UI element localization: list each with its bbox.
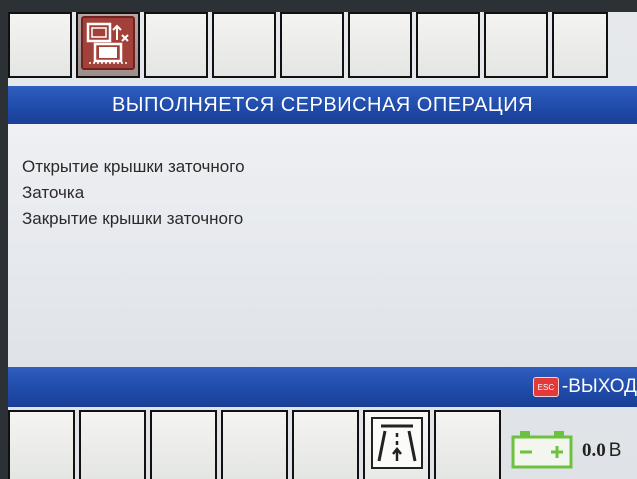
bottom-softkey-3[interactable] [150,410,217,479]
title-bar: ВЫПОЛНЯЕТСЯ СЕРВИСНАЯ ОПЕРАЦИЯ [8,86,637,124]
voltage-unit: В [608,440,622,461]
display-screen: ВЫПОЛНЯЕТСЯ СЕРВИСНАЯ ОПЕРАЦИЯ Открытие … [0,0,637,479]
esc-key-icon: ESC [532,377,559,397]
esc-exit-hint[interactable]: ESC -ВЫХОД [532,375,637,399]
top-softkey-bar [8,12,637,84]
operation-item: Закрытие крышки заточного [22,209,244,228]
page-title: ВЫПОЛНЯЕТСЯ СЕРВИСНАЯ ОПЕРАЦИЯ [111,93,534,116]
bottom-softkey-7[interactable] [434,410,501,479]
top-softkey-5[interactable] [280,12,344,78]
top-softkey-3[interactable] [144,12,208,78]
top-softkey-service[interactable] [76,12,140,78]
top-softkey-7[interactable] [416,12,480,78]
road-lane-icon [370,417,423,474]
operation-item: Заточка [22,183,85,202]
bottom-softkey-4[interactable] [221,410,288,479]
top-softkey-6[interactable] [348,12,412,78]
top-softkey-4[interactable] [212,12,276,78]
bottom-softkey-5[interactable] [292,410,359,479]
exit-label: -ВЫХОД [561,376,637,397]
top-softkey-9[interactable] [552,12,608,78]
top-softkey-8[interactable] [484,12,548,78]
bottom-softkey-2[interactable] [79,410,146,479]
service-operation-icon [81,15,135,75]
screen-frame-left [0,0,8,479]
battery-indicator: 0.0 В [510,428,637,474]
status-bar: ESC -ВЫХОД [8,367,637,407]
bottom-softkey-lane[interactable] [363,410,430,479]
battery-icon [510,429,574,474]
bottom-softkey-1[interactable] [8,410,75,479]
voltage-value: 0.0 [582,440,606,461]
top-softkey-1[interactable] [8,12,72,78]
battery-voltage-readout: 0.0 В [582,440,621,462]
operation-list: Открытие крышки заточного Заточка Закрыт… [22,154,245,232]
operation-panel: Открытие крышки заточного Заточка Закрыт… [8,124,637,367]
screen-frame-top [0,0,637,12]
operation-item: Открытие крышки заточного [22,157,245,176]
